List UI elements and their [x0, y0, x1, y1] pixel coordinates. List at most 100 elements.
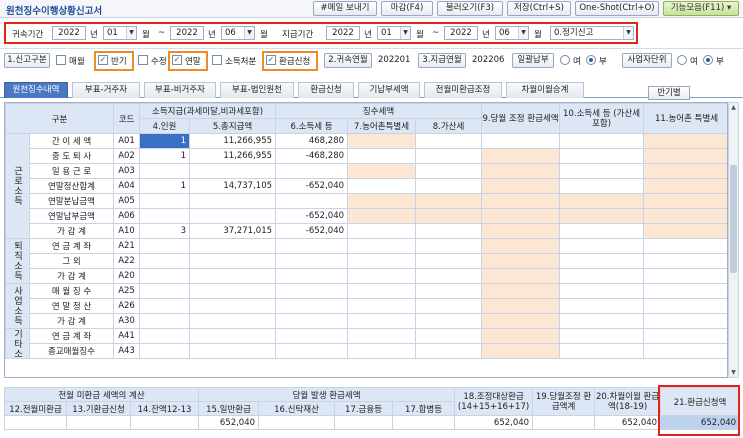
cell-col8[interactable]: [415, 163, 483, 179]
cell-col11[interactable]: [643, 208, 727, 224]
cell-col8[interactable]: [415, 268, 483, 284]
cell-col8[interactable]: [415, 133, 483, 149]
cell-tax[interactable]: -468,280: [275, 148, 349, 164]
cell-col8[interactable]: [415, 313, 483, 329]
cell-total[interactable]: [189, 253, 277, 269]
cell-total[interactable]: [189, 238, 277, 254]
cell-persons[interactable]: [139, 283, 191, 299]
cell-persons[interactable]: [139, 343, 191, 359]
cell-col9[interactable]: [481, 148, 561, 164]
cell-col11[interactable]: [643, 298, 727, 314]
summary-cell-17b[interactable]: [392, 415, 456, 430]
cell-col8[interactable]: [415, 148, 483, 164]
cell-col11[interactable]: [643, 268, 727, 284]
summary-cell-13[interactable]: [66, 415, 131, 430]
tab-refund[interactable]: 환급신청: [298, 82, 354, 98]
yearend-checkbox[interactable]: ✓: [172, 55, 182, 65]
cell-total[interactable]: [189, 193, 277, 209]
cell-tax[interactable]: [275, 313, 349, 329]
oneshot-button[interactable]: One-Shot(Ctrl+O): [575, 1, 659, 16]
cell-col8[interactable]: [415, 208, 483, 224]
cell-col9[interactable]: [481, 268, 561, 284]
summary-cell-17[interactable]: [334, 415, 394, 430]
scroll-down-icon[interactable]: ▼: [729, 368, 738, 377]
cell-col9[interactable]: [481, 253, 561, 269]
summary-cell-18[interactable]: 652,040: [454, 415, 534, 430]
cell-col9[interactable]: [481, 313, 561, 329]
tab-carryover[interactable]: 차월이월승계: [506, 82, 584, 98]
cell-col8[interactable]: [415, 283, 483, 299]
biz-yes-radio[interactable]: [677, 55, 687, 65]
cell-total[interactable]: [189, 343, 277, 359]
tab-prev-refund[interactable]: 전월미환급조정: [424, 82, 502, 98]
cell-col9[interactable]: [481, 208, 561, 224]
cell-col10[interactable]: [559, 148, 645, 164]
cell-col10[interactable]: [559, 328, 645, 344]
cell-tax[interactable]: [275, 343, 349, 359]
cell-persons[interactable]: [139, 163, 191, 179]
scroll-up-icon[interactable]: ▲: [729, 103, 738, 112]
cell-col11[interactable]: [643, 238, 727, 254]
cell-col10[interactable]: [559, 298, 645, 314]
semiannual-button[interactable]: 반기별: [648, 86, 690, 100]
close-button[interactable]: 마감(F4): [381, 1, 433, 16]
tab-resident[interactable]: 부표-거주자: [72, 82, 140, 98]
load-button[interactable]: 불러오기(F3): [437, 1, 503, 16]
cell-col7[interactable]: [347, 298, 417, 314]
cell-tax[interactable]: [275, 283, 349, 299]
cell-col10[interactable]: [559, 163, 645, 179]
amend-checkbox[interactable]: [138, 55, 148, 65]
attribution-month-button[interactable]: 2.귀속연월: [324, 53, 372, 68]
email-button[interactable]: #메일 보내기: [313, 1, 377, 16]
cell-tax[interactable]: [275, 193, 349, 209]
cell-col7[interactable]: [347, 133, 417, 149]
to-month-select[interactable]: 06 ▼: [221, 26, 255, 40]
summary-cell-14[interactable]: [129, 415, 200, 430]
cell-col10[interactable]: [559, 178, 645, 194]
report-category-button[interactable]: 1.신고구분: [4, 53, 50, 68]
biz-no-radio[interactable]: [703, 55, 713, 65]
cell-col7[interactable]: [347, 313, 417, 329]
cell-col10[interactable]: [559, 268, 645, 284]
cell-col9[interactable]: [481, 163, 561, 179]
cell-total[interactable]: [189, 163, 277, 179]
cell-tax[interactable]: 468,280: [275, 133, 349, 149]
tab-nonresident[interactable]: 부표-비거주자: [144, 82, 216, 98]
cell-tax[interactable]: [275, 253, 349, 269]
cell-col10[interactable]: [559, 238, 645, 254]
summary-cell-16[interactable]: [258, 415, 336, 430]
summary-cell-15[interactable]: 652,040: [198, 415, 260, 430]
cell-col8[interactable]: [415, 238, 483, 254]
cell-col8[interactable]: [415, 343, 483, 359]
pay-to-year-field[interactable]: 2022: [444, 26, 478, 40]
from-year-field[interactable]: 2022: [52, 26, 86, 40]
summary-cell-12[interactable]: [4, 415, 67, 430]
cell-col9[interactable]: [481, 328, 561, 344]
pay-from-year-field[interactable]: 2022: [326, 26, 360, 40]
cell-tax[interactable]: -652,040: [275, 178, 349, 194]
summary-cell-20[interactable]: 652,040: [594, 415, 662, 430]
cell-tax[interactable]: [275, 268, 349, 284]
cell-col7[interactable]: [347, 163, 417, 179]
to-year-field[interactable]: 2022: [170, 26, 204, 40]
refund-checkbox[interactable]: ✓: [266, 55, 276, 65]
cell-persons[interactable]: [139, 313, 191, 329]
cell-col10[interactable]: [559, 223, 645, 239]
monthly-checkbox[interactable]: [56, 55, 66, 65]
cell-col11[interactable]: [643, 148, 727, 164]
cell-col9[interactable]: [481, 283, 561, 299]
cell-col7[interactable]: [347, 223, 417, 239]
cell-col7[interactable]: [347, 283, 417, 299]
cell-total[interactable]: 11,266,955: [189, 148, 277, 164]
cell-total[interactable]: [189, 298, 277, 314]
cell-col7[interactable]: [347, 268, 417, 284]
cell-col7[interactable]: [347, 178, 417, 194]
cell-tax[interactable]: [275, 298, 349, 314]
scroll-thumb[interactable]: [730, 165, 737, 273]
cell-tax[interactable]: -652,040: [275, 208, 349, 224]
cell-col10[interactable]: [559, 133, 645, 149]
cell-col10[interactable]: [559, 253, 645, 269]
semiannual-checkbox[interactable]: ✓: [98, 55, 108, 65]
cell-persons[interactable]: [139, 253, 191, 269]
cell-col7[interactable]: [347, 328, 417, 344]
